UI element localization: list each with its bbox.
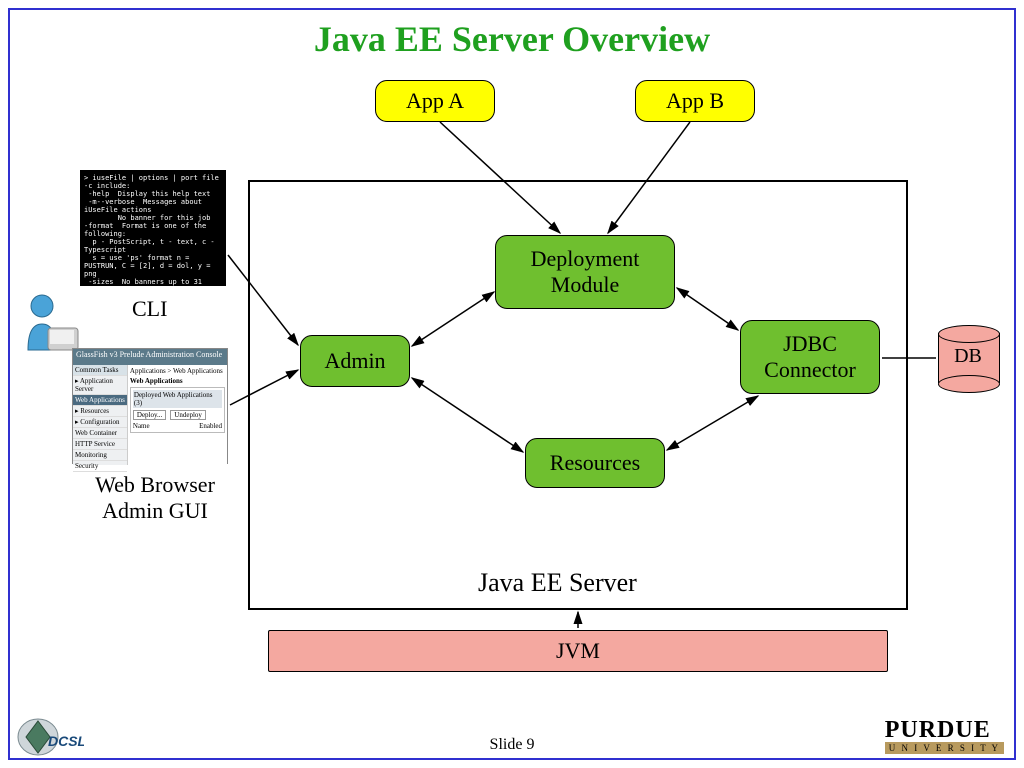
svg-text:DCSL: DCSL [48,733,84,749]
logo-purdue-top: PURDUE [885,717,1004,744]
logo-purdue-bottom: U N I V E R S I T Y [885,742,1004,754]
box-admin: Admin [300,335,410,387]
box-jvm: JVM [268,630,888,672]
cli-screenshot: > iuseFile | options | port file-c inclu… [80,170,226,286]
logo-purdue: PURDUE U N I V E R S I T Y [885,717,1004,754]
label-resources: Resources [550,450,640,476]
label-db: DB [938,345,998,368]
box-deployment: Deployment Module [495,235,675,309]
box-app-a: App A [375,80,495,122]
label-jdbc: JDBC Connector [764,331,856,383]
server-label: Java EE Server [478,568,637,598]
box-jdbc: JDBC Connector [740,320,880,394]
box-resources: Resources [525,438,665,488]
label-gui: Web Browser Admin GUI [80,472,230,524]
logo-dcsl: DCSL [14,716,84,758]
label-deployment: Deployment Module [531,246,640,298]
footer-slide-number: Slide 9 [0,736,1024,754]
user-icon [20,290,80,365]
label-jvm: JVM [556,638,600,664]
label-app-b: App B [666,88,724,114]
gui-screenshot: GlassFish v3 Prelude Administration Cons… [72,348,228,464]
label-app-a: App A [406,88,464,114]
label-cli: CLI [132,296,167,322]
label-admin: Admin [324,348,385,374]
box-app-b: App B [635,80,755,122]
slide-title: Java EE Server Overview [0,18,1024,60]
